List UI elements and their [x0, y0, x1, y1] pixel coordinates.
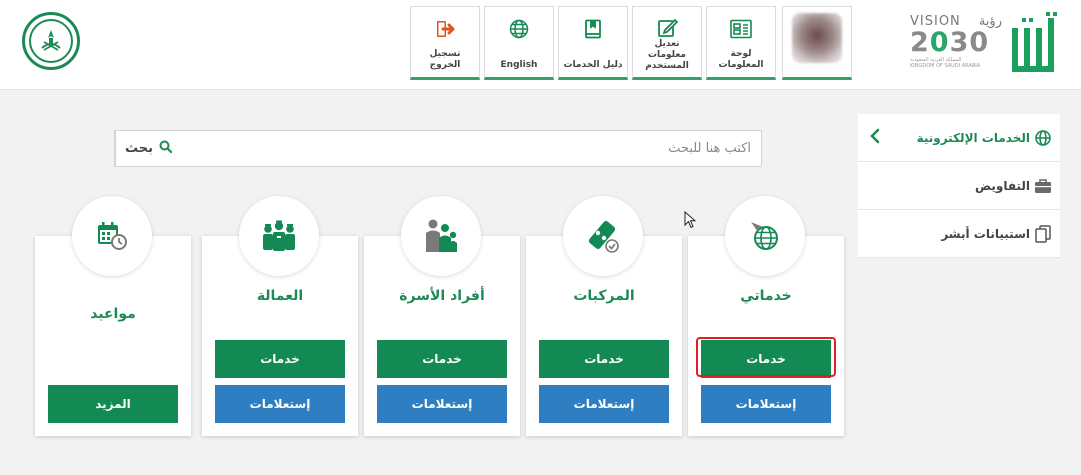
sidebar-item-label: استبيانات أبشر [941, 226, 1030, 241]
sidebar-item-delegations[interactable]: التفاويض [858, 162, 1060, 210]
inquiries-button[interactable]: إستعلامات [701, 385, 831, 423]
sidebar-item-e-services[interactable]: الخدمات الإلكترونية [858, 114, 1060, 162]
logout-icon [434, 17, 456, 41]
inquiries-button[interactable]: إستعلامات [215, 385, 345, 423]
ministry-emblem-icon [22, 12, 80, 70]
language-label: English [500, 60, 538, 70]
search-button-label: بحث [124, 141, 153, 156]
globe-icon [508, 17, 530, 41]
card-appointments: مواعيد المزيد [35, 196, 191, 436]
search-icon [159, 140, 173, 157]
dashboard-icon [729, 17, 753, 41]
card-my-services: خدماتي خدمات إستعلامات [688, 196, 844, 436]
user-card[interactable] [782, 6, 852, 80]
mouse-cursor-icon [684, 210, 697, 233]
edit-icon [656, 17, 678, 39]
card-vehicles: المركبات خدمات إستعلامات [526, 196, 682, 436]
absher-logo [1008, 10, 1066, 76]
services-button[interactable]: خدمات [215, 340, 345, 378]
search-bar: بحث [114, 130, 762, 167]
services-guide-label: دليل الخدمات [563, 60, 623, 70]
services-button[interactable]: خدمات [701, 340, 831, 378]
briefcase-icon [1034, 177, 1052, 195]
vehicle-key-icon [563, 196, 643, 276]
search-button[interactable]: بحث [115, 131, 181, 166]
card-family-members: أفراد الأسرة خدمات إستعلامات [364, 196, 520, 436]
family-icon [401, 196, 481, 276]
chevron-left-icon[interactable] [870, 128, 880, 148]
globe-cursor-icon [725, 196, 805, 276]
vision-year: 2030 [910, 27, 990, 58]
card-labor: العمالة خدمات إستعلامات [202, 196, 358, 436]
more-button[interactable]: المزيد [48, 385, 178, 423]
dashboard-button[interactable]: لوحة المعلومات [706, 6, 776, 80]
sidebar-item-label: الخدمات الإلكترونية [916, 130, 1030, 145]
language-button[interactable]: English [484, 6, 554, 80]
card-title: أفراد الأسرة [399, 288, 485, 304]
search-input[interactable] [181, 131, 761, 166]
logout-label: تسجيل الخروج [429, 49, 461, 70]
inquiries-button[interactable]: إستعلامات [377, 385, 507, 423]
calendar-clock-icon [72, 196, 152, 276]
dashboard-label: لوحة المعلومات [718, 49, 764, 70]
card-title: المركبات [573, 288, 635, 304]
edit-profile-label: تعديل معلومات المستخدم [645, 39, 689, 71]
workers-icon [239, 196, 319, 276]
sidebar-item-label: التفاويض [975, 178, 1030, 193]
avatar [792, 13, 842, 63]
logout-button[interactable]: تسجيل الخروج [410, 6, 480, 80]
book-icon [582, 17, 604, 41]
card-title: خدماتي [740, 288, 792, 304]
survey-icon [1034, 224, 1052, 243]
card-title: مواعيد [90, 306, 136, 322]
vision-subtitle-en: KINGDOM OF SAUDI ARABIA [910, 63, 981, 69]
header: تسجيل الخروج English دليل الخدمات تعديل … [0, 0, 1081, 90]
sidebar: الخدمات الإلكترونية التفاويض استبيانات أ… [858, 114, 1060, 258]
services-button[interactable]: خدمات [539, 340, 669, 378]
inquiries-button[interactable]: إستعلامات [539, 385, 669, 423]
card-title: العمالة [256, 288, 304, 304]
globe-icon [1034, 129, 1052, 147]
services-button[interactable]: خدمات [377, 340, 507, 378]
vision-2030-logo: VISION رؤية 2030 المملكة العربية السعودي… [910, 14, 1002, 76]
services-guide-button[interactable]: دليل الخدمات [558, 6, 628, 80]
edit-profile-button[interactable]: تعديل معلومات المستخدم [632, 6, 702, 80]
sidebar-item-surveys[interactable]: استبيانات أبشر [858, 210, 1060, 258]
